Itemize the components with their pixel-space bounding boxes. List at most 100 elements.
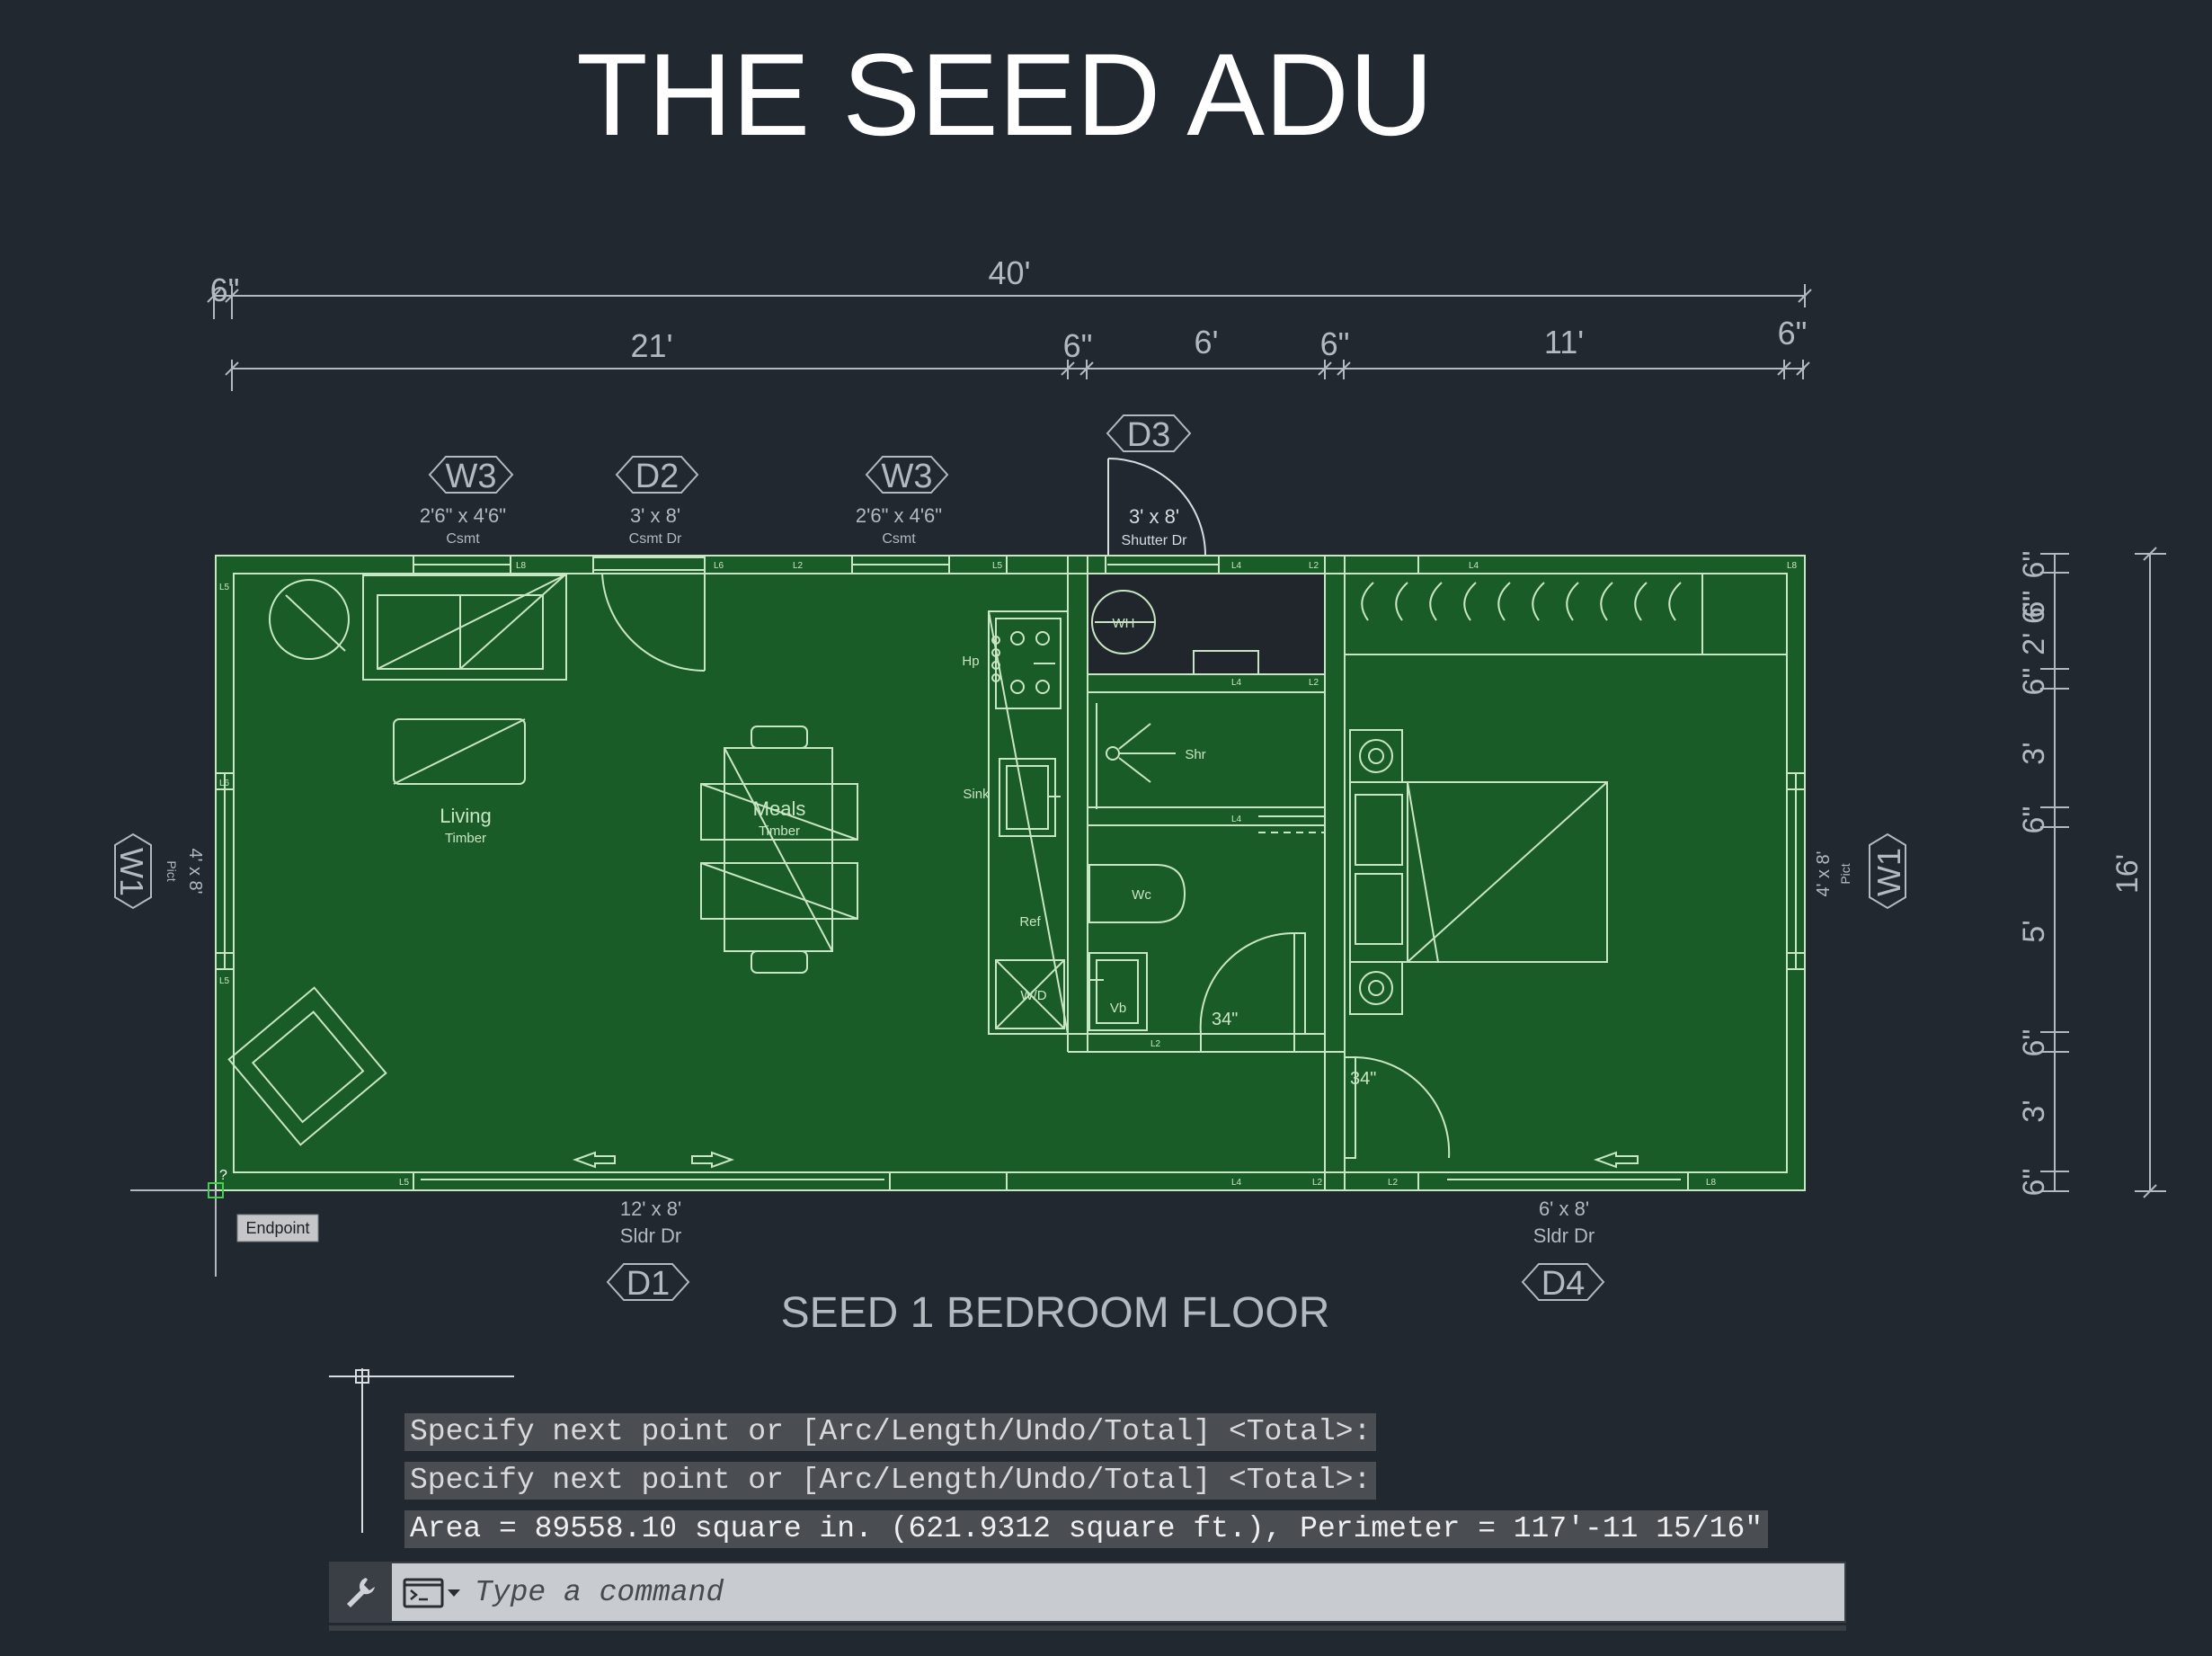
dim-wall-b: 6" <box>1320 325 1350 362</box>
dim-v-8: 3' <box>2017 1100 2051 1122</box>
room-living-sub: Timber <box>445 831 486 846</box>
label-door-34-bed: 34" <box>1350 1069 1376 1089</box>
command-history: Specify next point or [Arc/Length/Undo/T… <box>404 1413 1769 1548</box>
label-hp: Hp <box>962 654 979 669</box>
tag-w3-right-id: W3 <box>882 458 933 495</box>
wall-label: L2 <box>1388 1178 1399 1188</box>
room-meals-sub: Timber <box>759 824 800 839</box>
wall-label: L5 <box>219 583 230 592</box>
tag-w1-left-type: Pict <box>164 860 179 881</box>
terminal-icon <box>403 1578 460 1608</box>
label-shr: Shr <box>1185 747 1205 762</box>
wall-label: L4 <box>1469 561 1479 571</box>
command-history-line: Specify next point or [Arc/Length/Undo/T… <box>404 1413 1377 1451</box>
wall-label: L2 <box>1312 1178 1323 1188</box>
crosshair-snap: ? <box>130 1168 227 1277</box>
dim-height-total: 16' <box>2110 854 2145 894</box>
dim-overall-width: 40' <box>989 254 1031 291</box>
chevron-down-icon <box>448 1589 460 1597</box>
tag-d3-size: 3' x 8' <box>1129 505 1179 528</box>
tag-d4[interactable]: 6' x 8' Sldr Dr D4 <box>1521 1197 1605 1303</box>
wall-label: L5 <box>399 1178 410 1188</box>
dim-left-wall: 6" <box>210 272 240 308</box>
tag-d3[interactable]: D3 3' x 8' Shutter Dr <box>1106 414 1192 548</box>
tag-d1-id: D1 <box>626 1265 671 1303</box>
tag-w3-right[interactable]: W3 2'6" x 4'6" Csmt <box>856 456 949 547</box>
cad-canvas[interactable]: THE SEED ADU 6" 40' 21' 6" 6' 6" 11' 6" <box>0 0 2212 1656</box>
customize-button[interactable] <box>329 1562 392 1623</box>
dimension-chain-right <box>2040 547 2166 1198</box>
tag-d2-id: D2 <box>635 458 680 495</box>
wall-label: L2 <box>1309 561 1319 571</box>
tag-w1-left-size: 4' x 8' <box>185 849 205 895</box>
wall-label: L6 <box>714 561 724 571</box>
command-line <box>329 1562 1846 1623</box>
drawing-title: SEED 1 BEDROOM FLOOR <box>781 1289 1330 1337</box>
tag-w3-right-type: Csmt <box>882 531 916 547</box>
wall-label: L4 <box>1231 561 1242 571</box>
tag-d2[interactable]: D2 3' x 8' Csmt Dr <box>615 456 699 547</box>
tag-d2-size: 3' x 8' <box>630 504 680 527</box>
tag-w3-left[interactable]: W3 2'6" x 4'6" Csmt <box>420 456 514 547</box>
command-line-bottom-edge <box>329 1625 1846 1631</box>
tag-d4-size: 6' x 8' <box>1539 1197 1589 1220</box>
dim-v-4: 3' <box>2017 742 2051 764</box>
dim-wall-a: 6" <box>1063 327 1093 364</box>
tag-d4-type: Sldr Dr <box>1533 1224 1595 1247</box>
dim-v-3: 6" <box>2017 668 2051 696</box>
dim-v-9: 6" <box>2017 1169 2051 1197</box>
command-input[interactable] <box>473 1566 1844 1618</box>
tag-w3-left-type: Csmt <box>446 531 480 547</box>
wall-label: L4 <box>1231 815 1242 824</box>
wall-label: L4 <box>1231 678 1242 688</box>
dim-v-6: 5' <box>2017 920 2051 942</box>
tag-w3-left-id: W3 <box>446 458 497 495</box>
command-prompt-button[interactable] <box>392 1563 473 1621</box>
dim-v-2: 2' 6" <box>2017 596 2051 655</box>
wall-label: L8 <box>1706 1178 1717 1188</box>
wall-label: L2 <box>793 561 804 571</box>
command-history-line: Specify next point or [Arc/Length/Undo/T… <box>404 1462 1377 1500</box>
tag-d4-id: D4 <box>1541 1265 1586 1303</box>
tag-w1-right-type: Pict <box>1838 863 1852 884</box>
tag-d1-size: 12' x 8' <box>620 1197 681 1220</box>
wrench-icon <box>347 1578 375 1607</box>
label-wc: Wc <box>1132 887 1151 903</box>
tag-w1-right[interactable]: W1 4' x 8' Pict <box>1814 832 1907 910</box>
dim-living: 21' <box>631 327 673 364</box>
wall-label: L8 <box>516 561 527 571</box>
command-input-area <box>392 1563 1844 1621</box>
wall-label: L2 <box>1150 1039 1161 1049</box>
dim-bath: 6' <box>1195 324 1219 361</box>
endpoint-tooltip: Endpoint <box>236 1214 319 1242</box>
label-door-34-bath: 34" <box>1212 1010 1238 1029</box>
label-vb: Vb <box>1110 1001 1126 1016</box>
floor-plan[interactable]: Living Timber Meals Timber Hp Sink Ref W… <box>215 555 1806 1191</box>
tag-d1[interactable]: 12' x 8' Sldr Dr D1 <box>606 1197 690 1303</box>
wall-label: L5 <box>219 976 230 986</box>
dim-v-5: 6" <box>2017 806 2051 834</box>
label-wd: W/D <box>1020 988 1046 1003</box>
sheet-title: THE SEED ADU <box>576 29 1434 160</box>
tag-w1-left[interactable]: W1 4' x 8' Pict <box>113 832 205 910</box>
wall-label: L5 <box>992 561 1003 571</box>
wall-label: L6 <box>219 779 230 788</box>
endpoint-tooltip-text: Endpoint <box>245 1219 309 1237</box>
tag-d1-type: Sldr Dr <box>620 1224 681 1247</box>
dimension-text-right: 16' 6" 6" 2' 6" 6" 3' 6" 5' 6" 3' 6" <box>2017 551 2145 1197</box>
command-history-result: Area = 89558.10 square in. (621.9312 squ… <box>404 1510 1769 1548</box>
dim-right-wall: 6" <box>1778 315 1808 352</box>
wall-label: L8 <box>1787 561 1798 571</box>
wall-label: L4 <box>1231 1178 1242 1188</box>
dim-v-7: 6" <box>2017 1029 2051 1057</box>
tag-w1-right-size: 4' x 8' <box>1814 851 1834 897</box>
tag-d2-type: Csmt Dr <box>629 531 682 547</box>
dimension-text-top: 6" 40' 21' 6" 6' 6" 11' 6" <box>210 254 1808 364</box>
tag-w1-right-id: W1 <box>1870 848 1907 896</box>
dim-v-0: 6" <box>2017 551 2051 579</box>
tag-w3-right-size: 2'6" x 4'6" <box>856 504 942 527</box>
tag-w3-left-size: 2'6" x 4'6" <box>420 504 506 527</box>
label-sink: Sink <box>963 787 990 802</box>
tag-d3-type: Shutter Dr <box>1122 533 1188 548</box>
dim-bedroom: 11' <box>1544 324 1584 361</box>
